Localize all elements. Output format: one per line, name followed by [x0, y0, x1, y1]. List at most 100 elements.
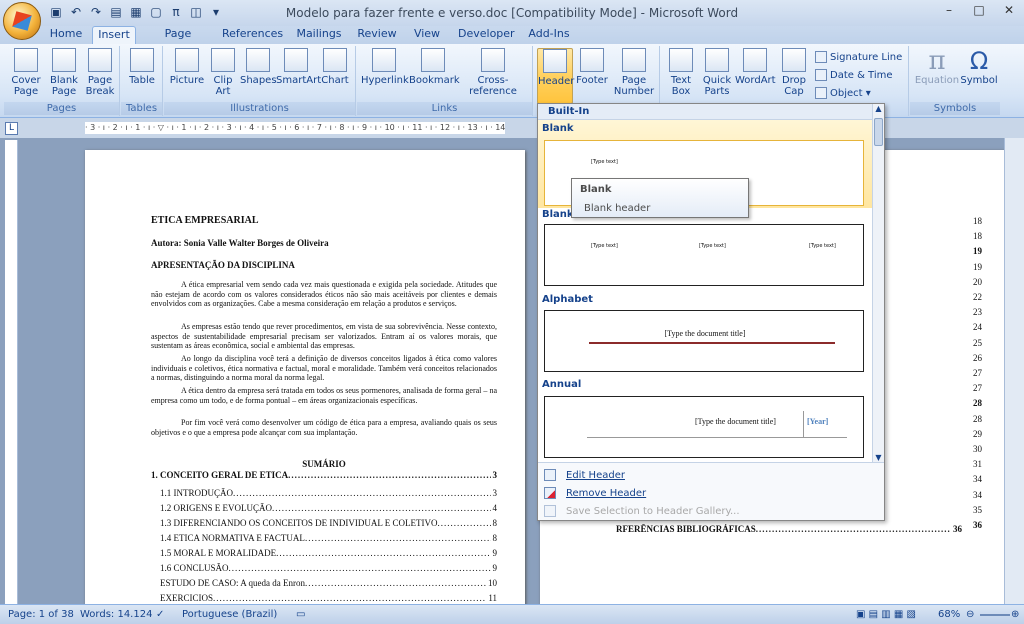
zoom-out-icon[interactable]: ⊖ [966, 609, 974, 620]
gallery-commands: Edit Header Remove Header Save Selection… [538, 462, 884, 520]
zoom-slider[interactable] [980, 614, 1010, 616]
page-number-button[interactable]: Page Number [612, 48, 656, 97]
chart-button[interactable]: Chart [318, 48, 352, 86]
view-buttons[interactable]: ▣ ▤ ▥ ▦ ▧ [856, 609, 916, 620]
gallery-item-label: Blank [542, 209, 574, 220]
toc-leader [305, 578, 486, 588]
toc-entry[interactable]: EXERCICIOS 11 [160, 593, 497, 603]
wordart-button[interactable]: WordArt [735, 48, 776, 86]
gallery-scroll-thumb[interactable] [874, 118, 883, 146]
clip-art-button[interactable]: Clip Art [208, 48, 238, 97]
header-button[interactable]: Header [537, 48, 574, 104]
thumb-rule [589, 342, 835, 344]
doc-paragraph: A ética dentro da empresa será tratada e… [151, 386, 497, 405]
macro-icon[interactable]: ▭ [296, 609, 305, 620]
blank-page-button[interactable]: Blank Page [46, 48, 82, 97]
minimize-icon[interactable]: – [934, 0, 964, 20]
symbol-button[interactable]: Ω Symbol [960, 48, 998, 87]
tab-page-layout[interactable]: Page Layout [146, 26, 210, 56]
toc-entry[interactable]: 1.4 ETICA NORMATIVA E FACTUAL 8 [160, 533, 497, 543]
page-count[interactable]: Page: 1 of 38 [8, 609, 74, 620]
signature-line-button[interactable]: Signature Line ▾ [815, 50, 908, 79]
horizontal-ruler[interactable]: · 3 · ı · 2 · ı · 1 · ı · ▽ · ı · 1 · ı … [85, 122, 505, 134]
toc-entry[interactable]: RFERÊNCIAS BIBLIOGRÁFICAS 36 [616, 524, 962, 534]
toc-page-number: 28 [973, 398, 982, 409]
edit-header-command[interactable]: Edit Header [544, 467, 625, 485]
cover-page-button[interactable]: Cover Page [8, 48, 44, 97]
text-box-button[interactable]: Text Box [665, 48, 697, 97]
page-left[interactable]: ETICA EMPRESARIAL Autora: Sonia Valle Wa… [85, 150, 525, 604]
page-number-icon [622, 48, 646, 72]
tab-selector[interactable]: L [5, 122, 18, 135]
table-label: Table [129, 75, 155, 86]
tab-add-ins[interactable]: Add-Ins [527, 26, 571, 44]
tab-references[interactable]: References [222, 26, 283, 44]
tab-mailings[interactable]: Mailings [294, 26, 344, 44]
footer-button[interactable]: Footer [574, 48, 610, 86]
zoom-in-icon[interactable]: ⊕ [1011, 609, 1019, 620]
smartart-button[interactable]: SmartArt [276, 48, 321, 86]
smartart-icon [284, 48, 308, 72]
word-count[interactable]: Words: 14.124 [80, 609, 152, 620]
toc-leader [437, 518, 490, 528]
cross-reference-button[interactable]: Cross-reference [457, 48, 529, 97]
tab-view[interactable]: View [408, 26, 446, 44]
remove-header-command[interactable]: Remove Header [544, 485, 646, 503]
toc-page-number: 23 [973, 307, 982, 318]
save-selection-command[interactable]: Save Selection to Header Gallery... [544, 503, 740, 521]
close-icon[interactable]: ✕ [994, 0, 1024, 20]
gallery-scrollbar[interactable]: ▲ ▼ [872, 104, 884, 462]
blank-page-label: Blank Page [50, 75, 78, 97]
tab-insert[interactable]: Insert [92, 26, 136, 44]
edit-header-icon [544, 469, 556, 481]
scroll-up-icon[interactable]: ▲ [873, 104, 884, 113]
spelling-icon[interactable]: ✓ [156, 609, 164, 620]
maximize-icon[interactable]: □ [964, 0, 994, 20]
toc-entry[interactable]: 1.2 ORIGENS E EVOLUÇÃO 4 [160, 503, 497, 513]
date-time-button[interactable]: Date & Time [815, 68, 893, 84]
quick-parts-icon [705, 48, 729, 72]
equation-button[interactable]: π Equation [914, 48, 960, 87]
toc-entry[interactable]: 1. CONCEITO GERAL DE ETICA 3 [151, 470, 497, 480]
toc-entry[interactable]: 1.5 MORAL E MORALIDADE 9 [160, 548, 497, 558]
gallery-thumb[interactable]: [Type the document title] [544, 310, 864, 372]
page-break-button[interactable]: Page Break [82, 48, 118, 97]
gallery-item-label: Annual [542, 379, 582, 390]
tab-developer[interactable]: Developer [458, 26, 515, 44]
gallery-thumb[interactable]: [Type text] [Type text] [Type text] [544, 224, 864, 286]
tab-home[interactable]: Home [44, 26, 88, 44]
gallery-thumb[interactable]: [Type the document title] [Year] [544, 396, 864, 458]
drop-cap-button[interactable]: Drop Cap [777, 48, 811, 97]
wordart-label: WordArt [735, 75, 776, 86]
vertical-ruler[interactable] [5, 140, 18, 604]
quick-parts-button[interactable]: Quick Parts [699, 48, 735, 97]
vertical-scrollbar[interactable] [1004, 138, 1024, 604]
toc-label: EXERCICIOS [160, 593, 214, 603]
bookmark-button[interactable]: Bookmark [409, 48, 460, 86]
toc-entry[interactable]: 1.3 DIFERENCIANDO OS CONCEITOS DE INDIVI… [160, 518, 497, 528]
toc-entry[interactable]: ESTUDO DE CASO: A queda da Enron 10 [160, 578, 497, 588]
ribbon-tabs: Home Insert Page Layout References Maili… [0, 26, 1024, 56]
toc-label: 1.2 ORIGENS E EVOLUÇÃO [160, 503, 272, 513]
clip-art-label: Clip Art [213, 75, 233, 97]
text-box-label: Text Box [670, 75, 692, 97]
zoom-level[interactable]: 68% [938, 609, 960, 620]
toc-page: 4 [492, 503, 498, 513]
table-button[interactable]: Table [124, 48, 160, 86]
title-bar: ▣ ↶ ↷ ▤ ▦ ▢ π ◫ ▾ Modelo para fazer fren… [0, 0, 1024, 40]
office-button[interactable] [3, 2, 41, 40]
scroll-down-icon[interactable]: ▼ [873, 453, 884, 462]
language[interactable]: Portuguese (Brazil) [182, 609, 277, 620]
hyperlink-button[interactable]: Hyperlink [361, 48, 409, 86]
object-button[interactable]: Object ▾ [815, 86, 871, 102]
toc-label: ESTUDO DE CASO: A queda da Enron [160, 578, 305, 588]
shapes-button[interactable]: Shapes [240, 48, 277, 86]
toc-page-number: 35 [973, 504, 982, 515]
page-break-icon [88, 48, 112, 72]
toc-entry[interactable]: 1.6 CONCLUSÃO 9 [160, 563, 497, 573]
toc-entry[interactable]: 1.1 INTRODUÇÃO 3 [160, 488, 497, 498]
toc-page-number: 29 [973, 428, 982, 439]
picture-button[interactable]: Picture [168, 48, 206, 86]
thumb-year: [Year] [807, 417, 829, 426]
tab-review[interactable]: Review [355, 26, 399, 44]
